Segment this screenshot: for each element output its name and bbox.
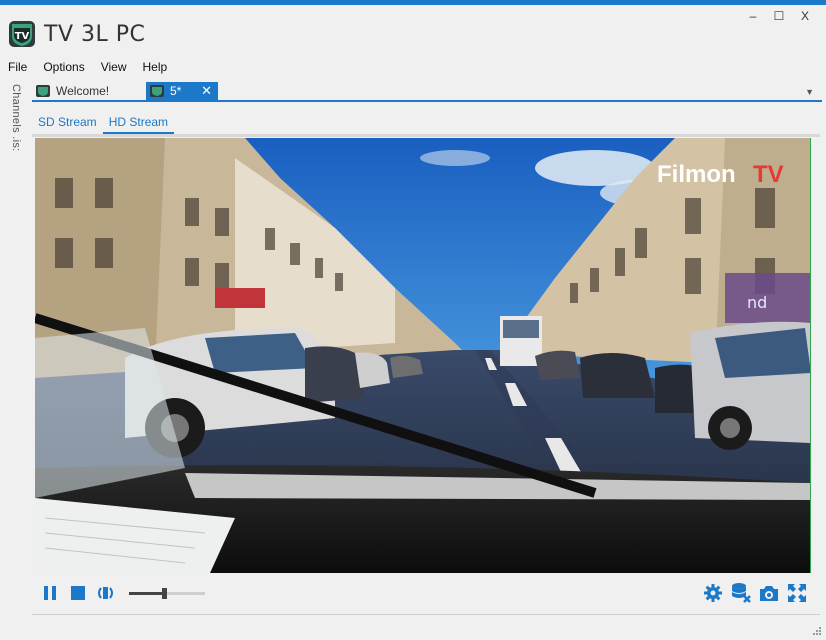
window-controls: – ☐ X xyxy=(740,8,818,24)
snapshot-button[interactable] xyxy=(758,582,780,604)
channels-side-tab-label: Channels .is: xyxy=(10,84,22,152)
fullscreen-button[interactable] xyxy=(786,582,808,604)
channels-side-tab[interactable]: Channels .is: xyxy=(6,84,26,156)
svg-text:TV: TV xyxy=(15,31,30,42)
volume-fill xyxy=(129,592,165,595)
title-bar: TV TV 3L PC xyxy=(8,20,145,48)
settings-button[interactable] xyxy=(702,582,724,604)
shop-sign-text: nd xyxy=(747,293,767,312)
close-window-button[interactable]: X xyxy=(792,8,818,24)
database-remove-icon xyxy=(732,583,751,603)
player-controls xyxy=(35,574,820,612)
resize-grip-icon[interactable] xyxy=(812,626,822,636)
tab-welcome[interactable]: Welcome! xyxy=(32,82,144,100)
status-separator xyxy=(32,614,820,615)
window-accent-bar xyxy=(0,0,826,5)
tv-logo-icon: TV xyxy=(9,21,35,47)
menu-options[interactable]: Options xyxy=(35,58,92,76)
camera-icon xyxy=(760,586,778,601)
record-remove-button[interactable] xyxy=(730,582,752,604)
tab-hd-stream[interactable]: HD Stream xyxy=(102,112,175,134)
tab-welcome-label: Welcome! xyxy=(56,84,110,98)
fullscreen-icon xyxy=(788,584,806,602)
menu-view[interactable]: View xyxy=(93,58,135,76)
watermark-tv-text: TV xyxy=(753,161,784,188)
volume-thumb[interactable] xyxy=(162,588,168,599)
volume-button[interactable] xyxy=(95,582,117,604)
volume-icon xyxy=(98,587,113,599)
filmon-watermark: Filmon TV xyxy=(657,161,784,188)
chevron-down-icon[interactable]: ▼ xyxy=(805,87,814,97)
close-tab-button[interactable]: ✕ xyxy=(201,84,212,98)
video-frame: nd Filmon TV xyxy=(35,138,810,573)
tab-channel-label: 5* xyxy=(170,84,182,98)
tab-sd-stream[interactable]: SD Stream xyxy=(32,112,103,134)
watermark-text: Filmon xyxy=(657,161,736,188)
tv-logo-icon xyxy=(150,85,164,97)
menu-file[interactable]: File xyxy=(0,58,35,76)
pause-icon xyxy=(44,586,56,600)
settings-icon xyxy=(704,584,722,602)
document-tab-bar: Welcome! 5* ✕ ▼ xyxy=(32,82,822,102)
volume-slider[interactable] xyxy=(129,586,205,600)
stream-tab-bar: SD Stream HD Stream xyxy=(32,112,175,134)
tv-logo-icon xyxy=(36,85,50,97)
menu-help[interactable]: Help xyxy=(135,58,176,76)
stream-separator xyxy=(32,134,820,137)
menu-bar: File Options View Help xyxy=(0,58,175,76)
pause-button[interactable] xyxy=(39,582,61,604)
video-player[interactable]: nd Filmon TV xyxy=(35,138,811,573)
maximize-button[interactable]: ☐ xyxy=(766,8,792,24)
minimize-button[interactable]: – xyxy=(740,8,766,24)
stop-icon xyxy=(71,586,85,600)
tab-channel[interactable]: 5* ✕ xyxy=(146,82,218,100)
stop-button[interactable] xyxy=(67,582,89,604)
app-title: TV 3L PC xyxy=(44,21,146,47)
